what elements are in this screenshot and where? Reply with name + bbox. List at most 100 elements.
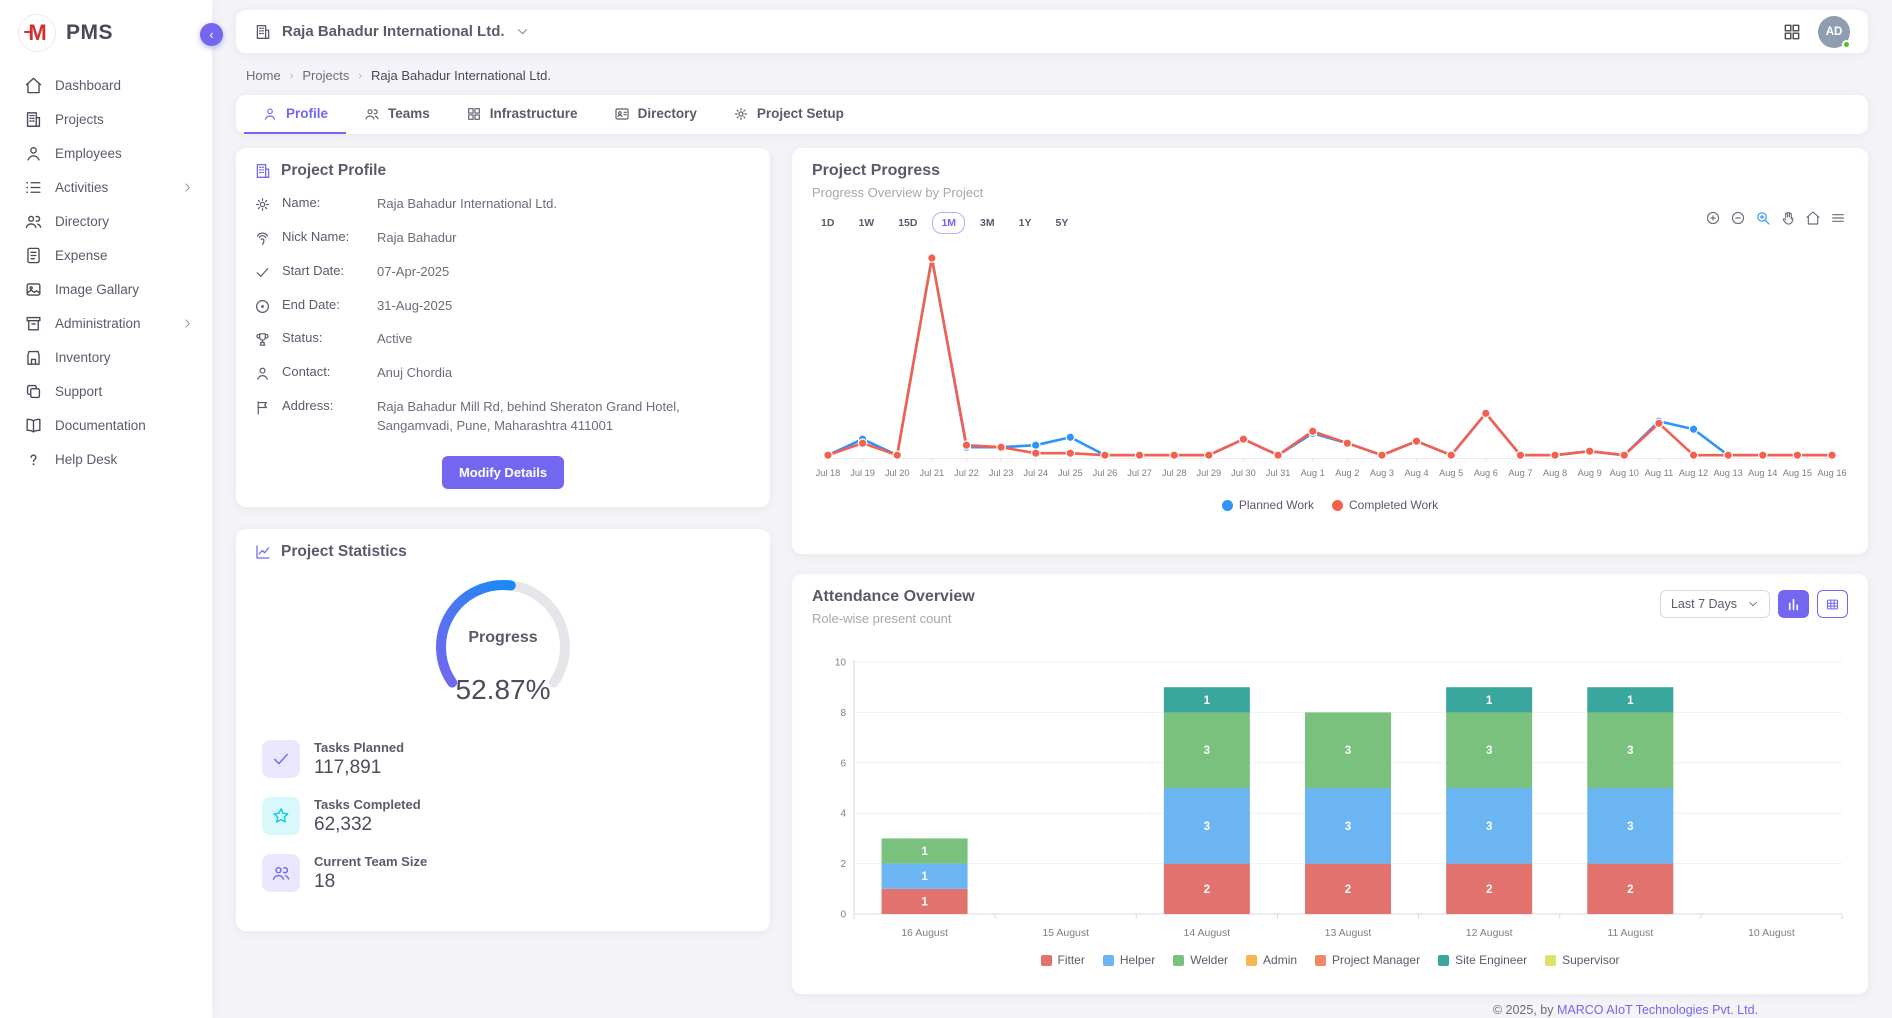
field-value: Active bbox=[377, 330, 412, 349]
sidebar-item-activities[interactable]: Activities bbox=[0, 170, 212, 204]
bar-view-button[interactable] bbox=[1778, 590, 1809, 618]
range-button-1w[interactable]: 1W bbox=[849, 212, 883, 234]
legend-label: Completed Work bbox=[1349, 498, 1438, 512]
tab-directory[interactable]: Directory bbox=[596, 95, 715, 134]
menu-icon[interactable] bbox=[1830, 210, 1846, 226]
svg-text:2: 2 bbox=[1486, 884, 1492, 896]
chevron-right-icon bbox=[181, 181, 194, 194]
profile-field-name: Name:Raja Bahadur International Ltd. bbox=[254, 195, 752, 214]
legend-label: Planned Work bbox=[1239, 498, 1314, 512]
sidebar-item-projects[interactable]: Projects bbox=[0, 102, 212, 136]
sidebar-item-label: Documentation bbox=[55, 418, 194, 433]
app-logo[interactable]: M PMS bbox=[0, 0, 212, 62]
sidebar-item-help-desk[interactable]: Help Desk bbox=[0, 442, 212, 476]
zoom-in-icon[interactable] bbox=[1705, 210, 1721, 226]
grid-menu-icon[interactable] bbox=[1782, 22, 1802, 42]
sidebar-item-expense[interactable]: Expense bbox=[0, 238, 212, 272]
sidebar-item-inventory[interactable]: Inventory bbox=[0, 340, 212, 374]
field-label: Contact: bbox=[282, 364, 366, 379]
svg-text:3: 3 bbox=[1627, 745, 1633, 757]
tab-profile[interactable]: Profile bbox=[244, 95, 346, 134]
tab-bar: Profile TeamsInfrastructureDirectoryProje… bbox=[236, 95, 1868, 134]
store-icon bbox=[24, 348, 43, 367]
pan-icon[interactable] bbox=[1780, 210, 1796, 226]
svg-text:1: 1 bbox=[1204, 695, 1211, 707]
zoom-selection-icon[interactable] bbox=[1755, 210, 1771, 226]
svg-text:Jul 18: Jul 18 bbox=[816, 468, 841, 478]
time-range-selector: 1D 1W 15D 1M 3M 1Y5Y bbox=[812, 212, 1848, 234]
project-progress-line-chart[interactable]: Jul 18Jul 19Jul 20Jul 21Jul 22Jul 23Jul … bbox=[812, 240, 1848, 491]
modify-details-button[interactable]: Modify Details bbox=[442, 456, 564, 489]
svg-text:16 August: 16 August bbox=[901, 927, 948, 939]
tab-label: Profile bbox=[286, 106, 328, 121]
legend-project-manager[interactable]: Project Manager bbox=[1315, 953, 1420, 967]
chevron-right-icon bbox=[181, 317, 194, 330]
sidebar-item-label: Inventory bbox=[55, 350, 194, 365]
legend-helper[interactable]: Helper bbox=[1103, 953, 1155, 967]
range-button-3m[interactable]: 3M bbox=[971, 212, 1004, 234]
svg-text:1: 1 bbox=[921, 846, 928, 858]
breadcrumb-home[interactable]: Home bbox=[246, 68, 281, 83]
svg-text:Jul 21: Jul 21 bbox=[919, 468, 944, 478]
legend-supervisor[interactable]: Supervisor bbox=[1545, 953, 1619, 967]
stat-tasks-planned: Tasks Planned117,891 bbox=[262, 740, 752, 779]
reset-home-icon[interactable] bbox=[1805, 210, 1821, 226]
people-icon bbox=[262, 854, 300, 892]
field-value: Anuj Chordia bbox=[377, 364, 452, 383]
sidebar-collapse-button[interactable]: ‹ bbox=[200, 23, 223, 46]
legend-admin[interactable]: Admin bbox=[1246, 953, 1297, 967]
header-actions: AD bbox=[1782, 16, 1850, 48]
chart-toolbar bbox=[1705, 210, 1846, 226]
legend-planned-work[interactable]: Planned Work bbox=[1222, 498, 1314, 512]
range-button-5y[interactable]: 5Y bbox=[1046, 212, 1077, 234]
range-button-1d[interactable]: 1D bbox=[812, 212, 843, 234]
svg-text:3: 3 bbox=[1345, 821, 1351, 833]
chevron-down-icon bbox=[1747, 598, 1759, 610]
legend-fitter[interactable]: Fitter bbox=[1041, 953, 1085, 967]
range-button-15d[interactable]: 15D bbox=[889, 212, 926, 234]
table-view-button[interactable] bbox=[1817, 590, 1848, 618]
sidebar-item-support[interactable]: Support bbox=[0, 374, 212, 408]
company-link[interactable]: MARCO AIoT Technologies Pvt. Ltd. bbox=[1557, 1003, 1758, 1017]
attendance-range-select[interactable]: Last 7 Days bbox=[1660, 590, 1770, 618]
svg-text:Aug 12: Aug 12 bbox=[1679, 468, 1708, 478]
svg-text:Aug 15: Aug 15 bbox=[1783, 468, 1812, 478]
breadcrumb-projects[interactable]: Projects bbox=[302, 68, 349, 83]
building-icon bbox=[254, 162, 272, 180]
project-statistics-card: Project Statistics Progress 52.87% Tasks… bbox=[236, 529, 770, 931]
tab-infrastructure[interactable]: Infrastructure bbox=[448, 95, 596, 134]
flag-icon bbox=[254, 399, 271, 416]
sidebar-item-label: Employees bbox=[55, 146, 194, 161]
sidebar-item-employees[interactable]: Employees bbox=[0, 136, 212, 170]
range-button-1m[interactable]: 1M bbox=[932, 212, 965, 234]
breadcrumb-separator: › bbox=[358, 70, 362, 82]
tab-teams[interactable]: Teams bbox=[346, 95, 448, 134]
field-value: 31-Aug-2025 bbox=[377, 297, 452, 316]
zoom-out-icon[interactable] bbox=[1730, 210, 1746, 226]
svg-text:Aug 2: Aug 2 bbox=[1335, 468, 1359, 478]
book-icon bbox=[24, 416, 43, 435]
tab-project-setup[interactable]: Project Setup bbox=[715, 95, 862, 134]
sidebar-item-dashboard[interactable]: Dashboard bbox=[0, 68, 212, 102]
logo-text: PMS bbox=[66, 21, 113, 45]
range-button-1y[interactable]: 1Y bbox=[1010, 212, 1041, 234]
svg-text:Aug 9: Aug 9 bbox=[1578, 468, 1602, 478]
legend-completed-work[interactable]: Completed Work bbox=[1332, 498, 1438, 512]
sidebar-item-image-gallary[interactable]: Image Gallary bbox=[0, 272, 212, 306]
archive-icon bbox=[24, 314, 43, 333]
svg-text:Jul 28: Jul 28 bbox=[1162, 468, 1187, 478]
attendance-overview-card: Attendance Overview Role-wise present co… bbox=[792, 574, 1868, 994]
attendance-bar-chart[interactable]: 024681011116 August15 August233114 Augus… bbox=[812, 654, 1848, 946]
sidebar-item-administration[interactable]: Administration bbox=[0, 306, 212, 340]
sidebar-item-documentation[interactable]: Documentation bbox=[0, 408, 212, 442]
image-icon bbox=[24, 280, 43, 299]
id-card-icon bbox=[614, 106, 630, 122]
user-avatar[interactable]: AD bbox=[1818, 16, 1850, 48]
legend-site-engineer[interactable]: Site Engineer bbox=[1438, 953, 1527, 967]
legend-marker bbox=[1545, 955, 1556, 966]
sidebar-item-directory[interactable]: Directory bbox=[0, 204, 212, 238]
company-switcher[interactable]: Raja Bahadur International Ltd. bbox=[254, 23, 530, 41]
legend-welder[interactable]: Welder bbox=[1173, 953, 1228, 967]
svg-text:15 August: 15 August bbox=[1042, 927, 1089, 939]
legend-marker bbox=[1332, 500, 1343, 511]
